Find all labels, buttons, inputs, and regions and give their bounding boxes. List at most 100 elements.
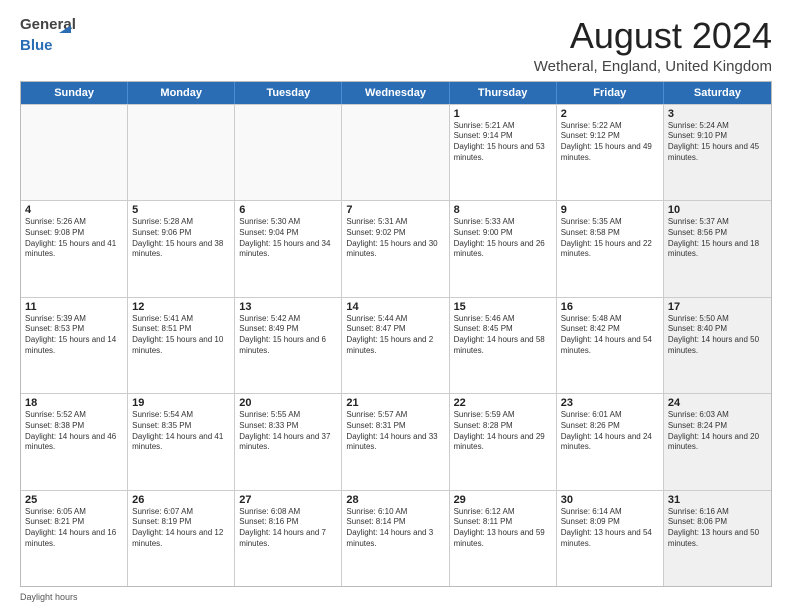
day-number: 30 bbox=[561, 494, 659, 506]
day-number: 26 bbox=[132, 494, 230, 506]
logo-triangle-icon bbox=[56, 18, 74, 36]
day-number: 15 bbox=[454, 301, 552, 313]
day-number: 1 bbox=[454, 108, 552, 120]
cell-sun-info: Sunrise: 5:35 AM Sunset: 8:58 PM Dayligh… bbox=[561, 217, 659, 260]
day-number: 31 bbox=[668, 494, 767, 506]
cell-sun-info: Sunrise: 5:44 AM Sunset: 8:47 PM Dayligh… bbox=[346, 314, 444, 357]
cell-sun-info: Sunrise: 6:07 AM Sunset: 8:19 PM Dayligh… bbox=[132, 507, 230, 550]
cell-sun-info: Sunrise: 5:28 AM Sunset: 9:06 PM Dayligh… bbox=[132, 217, 230, 260]
day-number: 9 bbox=[561, 204, 659, 216]
empty-cell-0-3 bbox=[342, 105, 449, 200]
day-cell-4: 4Sunrise: 5:26 AM Sunset: 9:08 PM Daylig… bbox=[21, 201, 128, 296]
calendar-row-0: 1Sunrise: 5:21 AM Sunset: 9:14 PM Daylig… bbox=[21, 104, 771, 200]
cell-sun-info: Sunrise: 5:57 AM Sunset: 8:31 PM Dayligh… bbox=[346, 410, 444, 453]
cell-sun-info: Sunrise: 5:30 AM Sunset: 9:04 PM Dayligh… bbox=[239, 217, 337, 260]
day-number: 25 bbox=[25, 494, 123, 506]
cell-sun-info: Sunrise: 5:24 AM Sunset: 9:10 PM Dayligh… bbox=[668, 121, 767, 164]
day-cell-8: 8Sunrise: 5:33 AM Sunset: 9:00 PM Daylig… bbox=[450, 201, 557, 296]
cell-sun-info: Sunrise: 5:52 AM Sunset: 8:38 PM Dayligh… bbox=[25, 410, 123, 453]
footer-label: Daylight hours bbox=[20, 592, 78, 602]
day-header-monday: Monday bbox=[128, 82, 235, 104]
title-section: August 2024 Wetheral, England, United Ki… bbox=[534, 16, 772, 75]
day-cell-24: 24Sunrise: 6:03 AM Sunset: 8:24 PM Dayli… bbox=[664, 394, 771, 489]
day-cell-14: 14Sunrise: 5:44 AM Sunset: 8:47 PM Dayli… bbox=[342, 298, 449, 393]
day-number: 22 bbox=[454, 397, 552, 409]
calendar: SundayMondayTuesdayWednesdayThursdayFrid… bbox=[20, 81, 772, 587]
cell-sun-info: Sunrise: 6:14 AM Sunset: 8:09 PM Dayligh… bbox=[561, 507, 659, 550]
day-number: 13 bbox=[239, 301, 337, 313]
cell-sun-info: Sunrise: 5:55 AM Sunset: 8:33 PM Dayligh… bbox=[239, 410, 337, 453]
day-header-thursday: Thursday bbox=[450, 82, 557, 104]
day-number: 19 bbox=[132, 397, 230, 409]
day-header-sunday: Sunday bbox=[21, 82, 128, 104]
day-cell-25: 25Sunrise: 6:05 AM Sunset: 8:21 PM Dayli… bbox=[21, 491, 128, 586]
day-number: 21 bbox=[346, 397, 444, 409]
day-number: 23 bbox=[561, 397, 659, 409]
day-number: 29 bbox=[454, 494, 552, 506]
day-number: 12 bbox=[132, 301, 230, 313]
calendar-header: SundayMondayTuesdayWednesdayThursdayFrid… bbox=[21, 82, 771, 104]
day-header-wednesday: Wednesday bbox=[342, 82, 449, 104]
cell-sun-info: Sunrise: 5:22 AM Sunset: 9:12 PM Dayligh… bbox=[561, 121, 659, 164]
day-number: 4 bbox=[25, 204, 123, 216]
day-cell-27: 27Sunrise: 6:08 AM Sunset: 8:16 PM Dayli… bbox=[235, 491, 342, 586]
day-header-tuesday: Tuesday bbox=[235, 82, 342, 104]
day-cell-10: 10Sunrise: 5:37 AM Sunset: 8:56 PM Dayli… bbox=[664, 201, 771, 296]
day-header-friday: Friday bbox=[557, 82, 664, 104]
location-subtitle: Wetheral, England, United Kingdom bbox=[534, 58, 772, 75]
day-number: 11 bbox=[25, 301, 123, 313]
day-cell-28: 28Sunrise: 6:10 AM Sunset: 8:14 PM Dayli… bbox=[342, 491, 449, 586]
day-cell-11: 11Sunrise: 5:39 AM Sunset: 8:53 PM Dayli… bbox=[21, 298, 128, 393]
day-cell-22: 22Sunrise: 5:59 AM Sunset: 8:28 PM Dayli… bbox=[450, 394, 557, 489]
calendar-row-3: 18Sunrise: 5:52 AM Sunset: 8:38 PM Dayli… bbox=[21, 393, 771, 489]
day-cell-20: 20Sunrise: 5:55 AM Sunset: 8:33 PM Dayli… bbox=[235, 394, 342, 489]
cell-sun-info: Sunrise: 5:26 AM Sunset: 9:08 PM Dayligh… bbox=[25, 217, 123, 260]
empty-cell-0-0 bbox=[21, 105, 128, 200]
day-cell-6: 6Sunrise: 5:30 AM Sunset: 9:04 PM Daylig… bbox=[235, 201, 342, 296]
day-cell-3: 3Sunrise: 5:24 AM Sunset: 9:10 PM Daylig… bbox=[664, 105, 771, 200]
cell-sun-info: Sunrise: 5:41 AM Sunset: 8:51 PM Dayligh… bbox=[132, 314, 230, 357]
day-cell-21: 21Sunrise: 5:57 AM Sunset: 8:31 PM Dayli… bbox=[342, 394, 449, 489]
day-number: 28 bbox=[346, 494, 444, 506]
cell-sun-info: Sunrise: 5:31 AM Sunset: 9:02 PM Dayligh… bbox=[346, 217, 444, 260]
cell-sun-info: Sunrise: 5:48 AM Sunset: 8:42 PM Dayligh… bbox=[561, 314, 659, 357]
day-cell-2: 2Sunrise: 5:22 AM Sunset: 9:12 PM Daylig… bbox=[557, 105, 664, 200]
day-number: 7 bbox=[346, 204, 444, 216]
logo: General Blue bbox=[20, 16, 72, 54]
cell-sun-info: Sunrise: 5:21 AM Sunset: 9:14 PM Dayligh… bbox=[454, 121, 552, 164]
day-cell-13: 13Sunrise: 5:42 AM Sunset: 8:49 PM Dayli… bbox=[235, 298, 342, 393]
day-number: 24 bbox=[668, 397, 767, 409]
calendar-row-1: 4Sunrise: 5:26 AM Sunset: 9:08 PM Daylig… bbox=[21, 200, 771, 296]
day-number: 17 bbox=[668, 301, 767, 313]
day-cell-26: 26Sunrise: 6:07 AM Sunset: 8:19 PM Dayli… bbox=[128, 491, 235, 586]
day-number: 8 bbox=[454, 204, 552, 216]
day-cell-17: 17Sunrise: 5:50 AM Sunset: 8:40 PM Dayli… bbox=[664, 298, 771, 393]
day-cell-7: 7Sunrise: 5:31 AM Sunset: 9:02 PM Daylig… bbox=[342, 201, 449, 296]
empty-cell-0-2 bbox=[235, 105, 342, 200]
month-year-title: August 2024 bbox=[534, 16, 772, 56]
cell-sun-info: Sunrise: 5:42 AM Sunset: 8:49 PM Dayligh… bbox=[239, 314, 337, 357]
cell-sun-info: Sunrise: 5:54 AM Sunset: 8:35 PM Dayligh… bbox=[132, 410, 230, 453]
day-cell-23: 23Sunrise: 6:01 AM Sunset: 8:26 PM Dayli… bbox=[557, 394, 664, 489]
cell-sun-info: Sunrise: 5:46 AM Sunset: 8:45 PM Dayligh… bbox=[454, 314, 552, 357]
day-number: 10 bbox=[668, 204, 767, 216]
cell-sun-info: Sunrise: 5:50 AM Sunset: 8:40 PM Dayligh… bbox=[668, 314, 767, 357]
cell-sun-info: Sunrise: 6:05 AM Sunset: 8:21 PM Dayligh… bbox=[25, 507, 123, 550]
header: General Blue August 2024 Wetheral, Engla… bbox=[20, 16, 772, 75]
day-cell-19: 19Sunrise: 5:54 AM Sunset: 8:35 PM Dayli… bbox=[128, 394, 235, 489]
day-number: 5 bbox=[132, 204, 230, 216]
day-number: 2 bbox=[561, 108, 659, 120]
cell-sun-info: Sunrise: 6:01 AM Sunset: 8:26 PM Dayligh… bbox=[561, 410, 659, 453]
cell-sun-info: Sunrise: 6:12 AM Sunset: 8:11 PM Dayligh… bbox=[454, 507, 552, 550]
cell-sun-info: Sunrise: 6:16 AM Sunset: 8:06 PM Dayligh… bbox=[668, 507, 767, 550]
day-cell-1: 1Sunrise: 5:21 AM Sunset: 9:14 PM Daylig… bbox=[450, 105, 557, 200]
cell-sun-info: Sunrise: 5:37 AM Sunset: 8:56 PM Dayligh… bbox=[668, 217, 767, 260]
day-number: 27 bbox=[239, 494, 337, 506]
day-cell-29: 29Sunrise: 6:12 AM Sunset: 8:11 PM Dayli… bbox=[450, 491, 557, 586]
day-cell-15: 15Sunrise: 5:46 AM Sunset: 8:45 PM Dayli… bbox=[450, 298, 557, 393]
day-number: 20 bbox=[239, 397, 337, 409]
day-cell-18: 18Sunrise: 5:52 AM Sunset: 8:38 PM Dayli… bbox=[21, 394, 128, 489]
cell-sun-info: Sunrise: 5:33 AM Sunset: 9:00 PM Dayligh… bbox=[454, 217, 552, 260]
day-number: 6 bbox=[239, 204, 337, 216]
calendar-body: 1Sunrise: 5:21 AM Sunset: 9:14 PM Daylig… bbox=[21, 104, 771, 586]
